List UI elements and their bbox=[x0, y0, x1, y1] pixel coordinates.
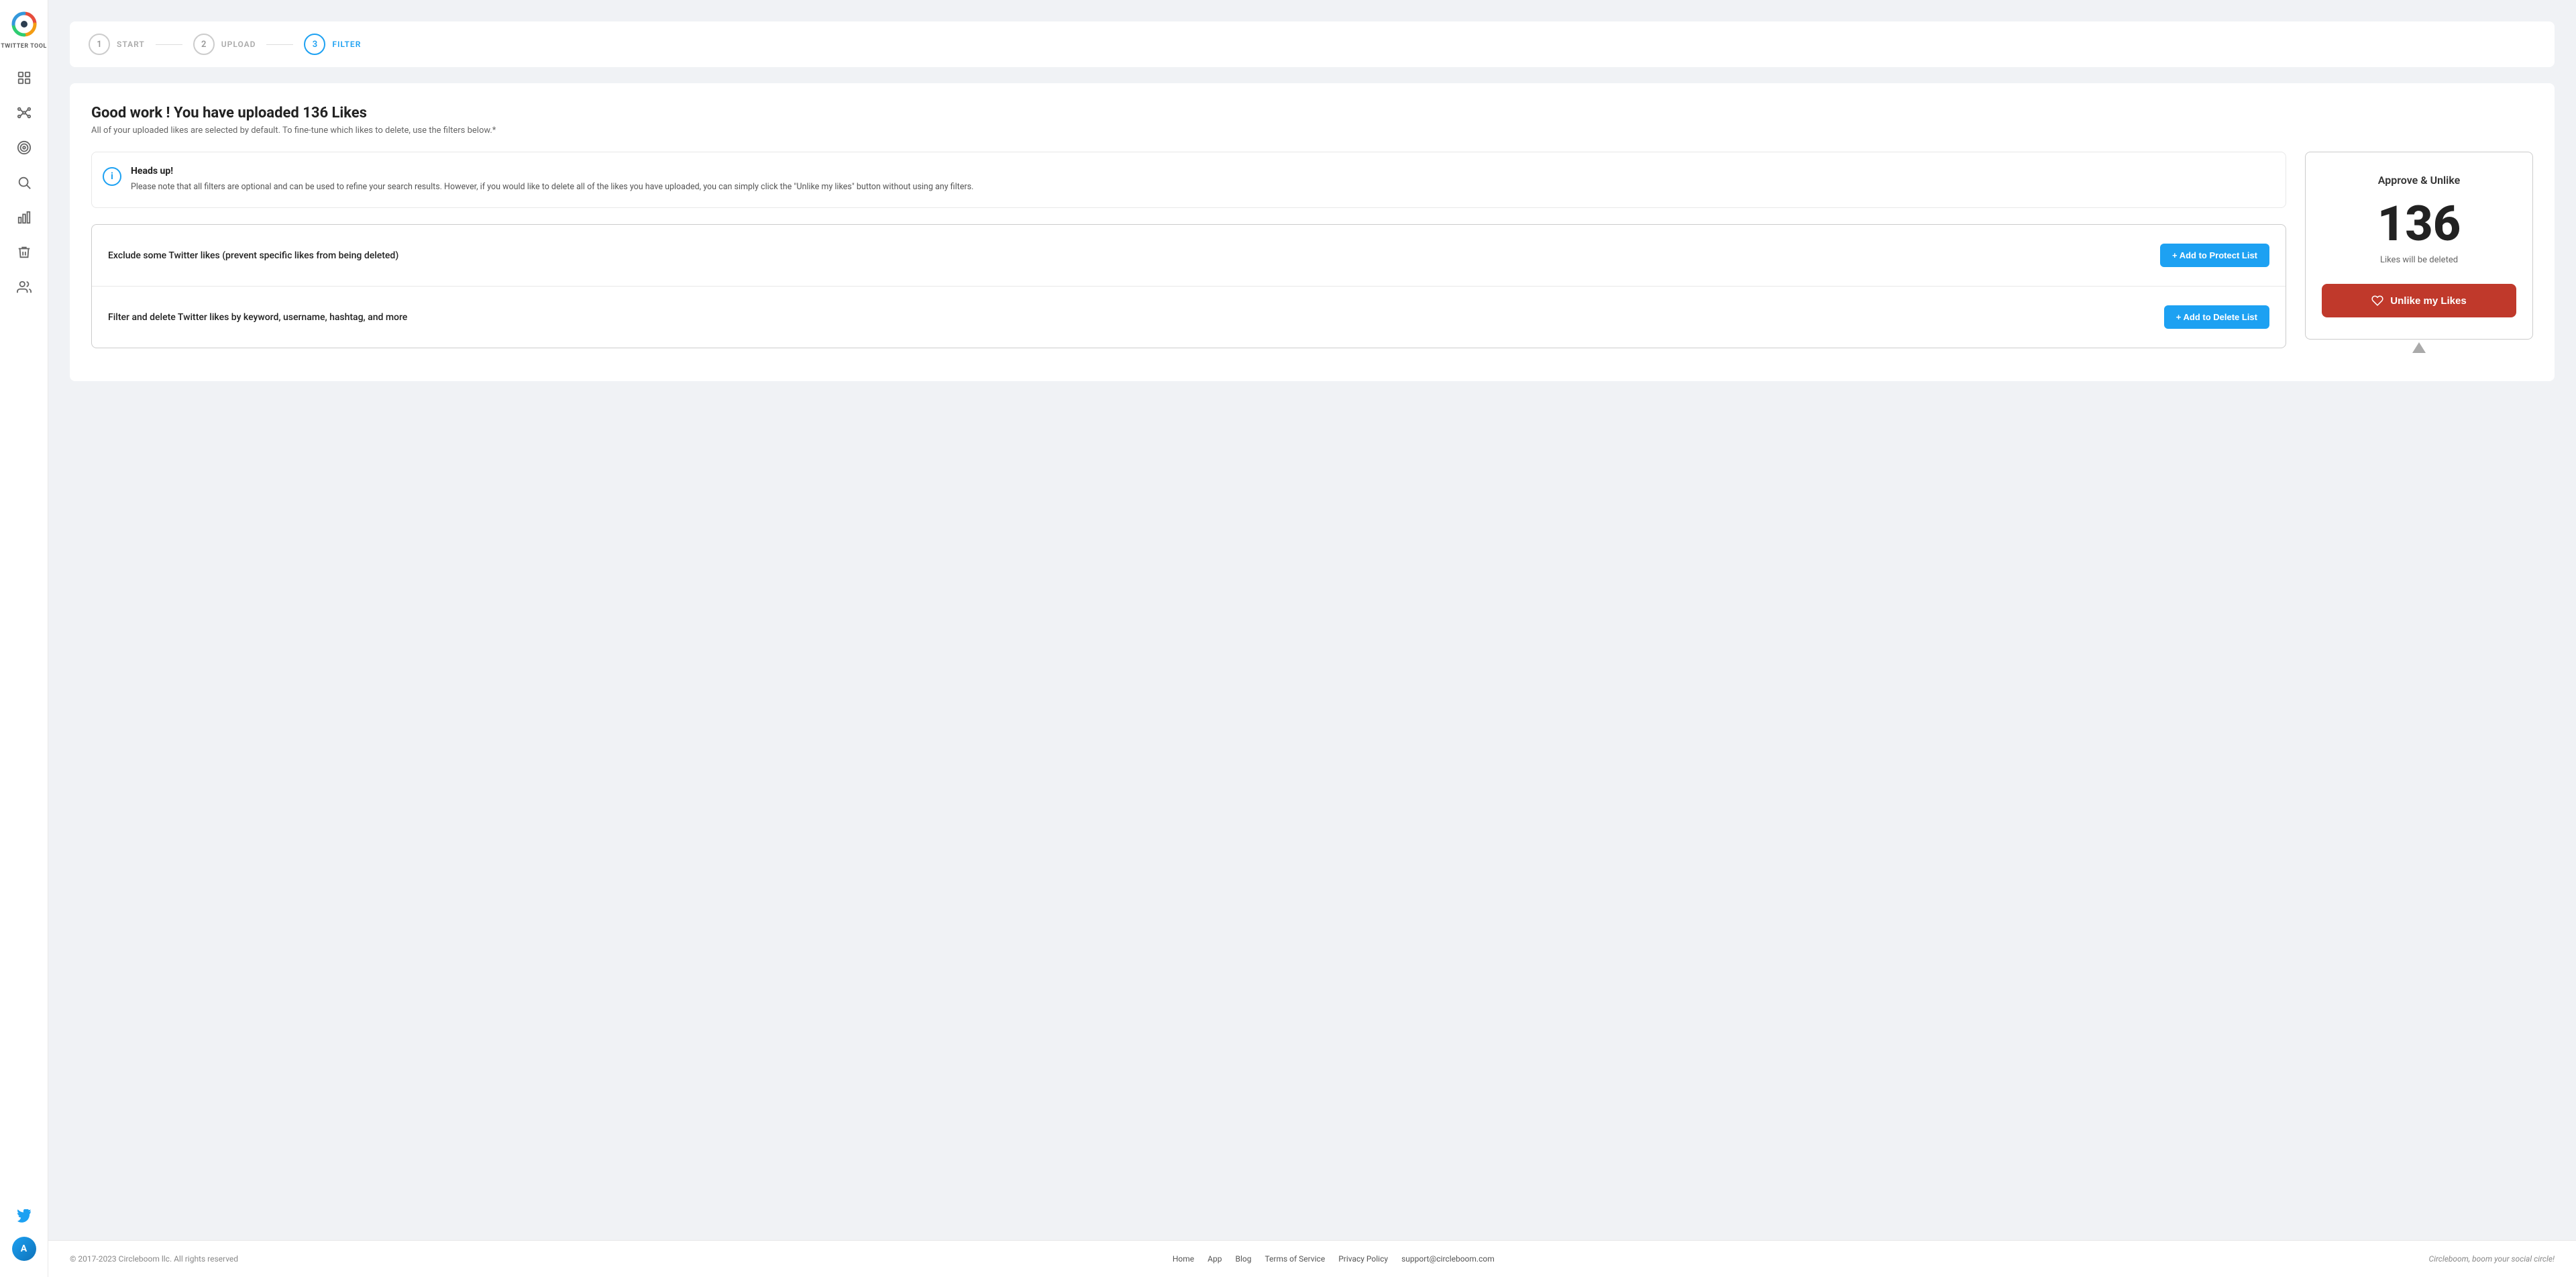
sidebar-item-search[interactable] bbox=[9, 168, 39, 197]
filter-row-protect: Exclude some Twitter likes (prevent spec… bbox=[92, 225, 2286, 287]
arrow-head bbox=[2412, 342, 2426, 353]
main-card: Good work ! You have uploaded 136 Likes … bbox=[70, 83, 2555, 381]
sidebar-item-users[interactable] bbox=[9, 272, 39, 302]
footer-tagline: Circleboom, boom your social circle! bbox=[2429, 1254, 2555, 1264]
sidebar: TWITTER TOOL bbox=[0, 0, 48, 1277]
approve-panel: Approve & Unlike 136 Likes will be delet… bbox=[2305, 152, 2533, 340]
footer-link-support[interactable]: support@circleboom.com bbox=[1401, 1254, 1495, 1264]
arrow-container bbox=[2305, 340, 2533, 360]
step-2-label: UPLOAD bbox=[221, 40, 256, 49]
alert-box: i Heads up! Please note that all filters… bbox=[91, 152, 2286, 208]
alert-icon: i bbox=[103, 167, 121, 186]
sidebar-avatar[interactable]: A bbox=[12, 1237, 36, 1261]
page-title: Good work ! You have uploaded 136 Likes bbox=[91, 105, 2533, 121]
main-content: 1 START 2 UPLOAD 3 FILTER Good work ! Yo… bbox=[48, 0, 2576, 1277]
left-column: i Heads up! Please note that all filters… bbox=[91, 152, 2286, 348]
sidebar-item-delete[interactable] bbox=[9, 238, 39, 267]
alert-text: Please note that all filters are optiona… bbox=[131, 181, 973, 194]
unlike-button-label: Unlike my Likes bbox=[2390, 295, 2466, 307]
footer-link-app[interactable]: App bbox=[1208, 1254, 1222, 1264]
step-3-label: FILTER bbox=[332, 40, 361, 49]
footer-links: Home App Blog Terms of Service Privacy P… bbox=[1173, 1254, 1495, 1264]
step-3[interactable]: 3 FILTER bbox=[304, 34, 361, 55]
approve-title: Approve & Unlike bbox=[2322, 174, 2516, 187]
filter-options: Exclude some Twitter likes (prevent spec… bbox=[91, 224, 2286, 348]
step-2[interactable]: 2 UPLOAD bbox=[193, 34, 256, 55]
footer-copyright: © 2017-2023 Circleboom llc. All rights r… bbox=[70, 1254, 238, 1264]
sidebar-item-dashboard[interactable] bbox=[9, 63, 39, 93]
footer-link-home[interactable]: Home bbox=[1173, 1254, 1194, 1264]
sidebar-item-network[interactable] bbox=[9, 98, 39, 127]
filter-row-delete: Filter and delete Twitter likes by keywo… bbox=[92, 287, 2286, 348]
sidebar-nav bbox=[9, 63, 39, 1202]
step-1[interactable]: 1 START bbox=[89, 34, 145, 55]
right-column: Approve & Unlike 136 Likes will be delet… bbox=[2305, 152, 2533, 360]
unlike-my-likes-button[interactable]: Unlike my Likes bbox=[2322, 284, 2516, 317]
filter-label-delete: Filter and delete Twitter likes by keywo… bbox=[108, 312, 407, 323]
heart-icon bbox=[2371, 295, 2383, 307]
footer-link-blog[interactable]: Blog bbox=[1235, 1254, 1251, 1264]
sidebar-item-target[interactable] bbox=[9, 133, 39, 162]
step-separator-2 bbox=[266, 44, 293, 45]
footer: © 2017-2023 Circleboom llc. All rights r… bbox=[48, 1240, 2576, 1277]
approve-subtitle: Likes will be deleted bbox=[2322, 255, 2516, 265]
sidebar-logo[interactable] bbox=[11, 11, 38, 40]
page-subtitle: All of your uploaded likes are selected … bbox=[91, 125, 2533, 136]
sidebar-item-twitter[interactable] bbox=[9, 1202, 39, 1231]
filter-label-protect: Exclude some Twitter likes (prevent spec… bbox=[108, 250, 398, 261]
step-2-circle: 2 bbox=[193, 34, 215, 55]
step-1-label: START bbox=[117, 40, 145, 49]
footer-link-terms[interactable]: Terms of Service bbox=[1265, 1254, 1325, 1264]
step-separator-1 bbox=[156, 44, 182, 45]
footer-link-privacy[interactable]: Privacy Policy bbox=[1338, 1254, 1388, 1264]
alert-title: Heads up! bbox=[131, 166, 973, 176]
step-1-circle: 1 bbox=[89, 34, 110, 55]
add-to-protect-list-button[interactable]: + Add to Protect List bbox=[2160, 244, 2269, 267]
sidebar-item-analytics[interactable] bbox=[9, 203, 39, 232]
sidebar-logo-label: TWITTER TOOL bbox=[1, 43, 47, 50]
add-to-delete-list-button[interactable]: + Add to Delete List bbox=[2164, 305, 2269, 329]
stepper: 1 START 2 UPLOAD 3 FILTER bbox=[70, 21, 2555, 67]
step-3-circle: 3 bbox=[304, 34, 325, 55]
content-grid: i Heads up! Please note that all filters… bbox=[91, 152, 2533, 360]
approve-count: 136 bbox=[2322, 200, 2516, 248]
alert-content: Heads up! Please note that all filters a… bbox=[131, 166, 973, 194]
